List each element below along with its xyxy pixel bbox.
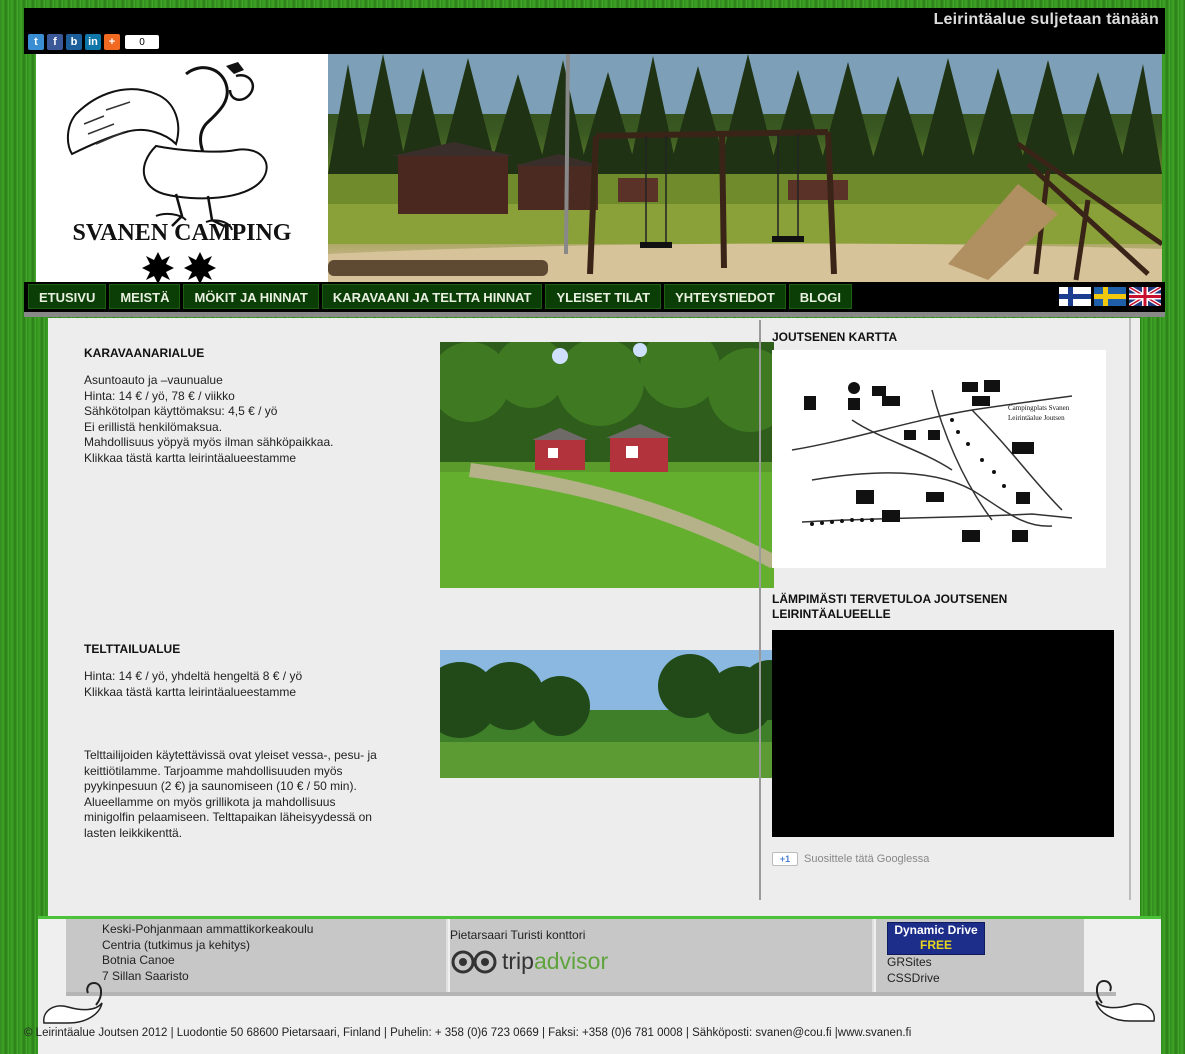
page: t f b in + 0 Leirintäalue suljetaan tänä… xyxy=(24,8,1165,1054)
twitter-icon[interactable]: t xyxy=(28,34,44,50)
map-caption: Campingplats Svanen xyxy=(1008,404,1070,412)
language-flags xyxy=(1059,287,1161,306)
sidebar-edge xyxy=(1129,318,1131,900)
tent-desc-line: minigolfin pelaamiseen. Telttapaikan läh… xyxy=(84,810,372,824)
caravan-line: Asuntoauto ja –vaunualue xyxy=(84,373,223,387)
uk-flag-icon[interactable] xyxy=(1129,287,1161,306)
tent-desc-line: keittiötilamme. Tarjoamme mahdollisuuden… xyxy=(84,763,343,778)
video-embed[interactable] xyxy=(772,630,1114,837)
header: SVANEN CAMPING xyxy=(36,54,1162,284)
grsites-link[interactable]: GRSites xyxy=(887,955,1084,971)
caravan-info: Asuntoauto ja –vaunualue Hinta: 14 € / y… xyxy=(84,373,333,466)
main-nav: ETUSIVU MEISTÄ MÖKIT JA HINNAT KARAVAANI… xyxy=(24,282,1165,312)
tent-price: Hinta: 14 € / yö, yhdeltä hengeltä 8 € /… xyxy=(84,669,303,683)
map-title: JOUTSENEN KARTTA xyxy=(772,330,898,344)
partner-link[interactable]: Centria (tutkimus ja kehitys) xyxy=(102,938,446,954)
addthis-icon[interactable]: + xyxy=(104,34,120,50)
site-logo[interactable]: SVANEN CAMPING xyxy=(36,54,328,284)
finnish-flag-icon[interactable] xyxy=(1059,287,1091,306)
facebook-icon[interactable]: f xyxy=(47,34,63,50)
tripadvisor-advisor: advisor xyxy=(533,947,609,974)
partner-column-2: Pietarsaari Turisti konttori tripadvisor xyxy=(450,919,874,992)
tent-desc-line: Telttailijoiden käytettävissä ovat yleis… xyxy=(84,748,377,762)
welcome-line-2: LEIRINTÄALUEELLE xyxy=(772,607,891,621)
partner-column-3: Dynamic Drive FREE GRSites CSSDrive xyxy=(876,919,1084,992)
caravan-map-link[interactable]: Klikkaa tästä kartta leirintäalueestamme xyxy=(84,451,333,467)
caravan-line: Ei erillistä henkilömaksua. xyxy=(84,419,223,434)
footer-divider xyxy=(66,992,1116,996)
google-plus-icon[interactable]: +1 xyxy=(772,852,798,866)
dynamic-drive-badge[interactable]: Dynamic Drive FREE xyxy=(887,922,985,955)
tent-info: Hinta: 14 € / yö, yhdeltä hengeltä 8 € /… xyxy=(84,669,302,700)
nav-item-blogi[interactable]: BLOGI xyxy=(788,284,852,309)
partner-link[interactable]: 7 Sillan Saaristo xyxy=(102,969,446,985)
dd-free: FREE xyxy=(919,938,952,952)
nav-divider xyxy=(24,312,1165,317)
tent-desc-line: lasten leikkikenttä. xyxy=(84,825,183,840)
tent-desc-line: pyykinpesuun (2 €) ja saunomiseen (10 € … xyxy=(84,779,357,793)
share-count: 0 xyxy=(125,35,159,49)
swan-left-icon xyxy=(43,981,103,1024)
google-plus-label: Suosittele tätä Googlessa xyxy=(804,853,930,865)
nav-item-mokit-ja-hinnat[interactable]: MÖKIT JA HINNAT xyxy=(183,284,319,309)
swan-right-icon xyxy=(1095,979,1155,1022)
partner-links: Keski-Pohjanmaan ammattikorkeakoulu Cent… xyxy=(38,919,1161,992)
nav-item-etusivu[interactable]: ETUSIVU xyxy=(28,284,107,309)
google-plus-recommend[interactable]: +1 Suosittele tätä Googlessa xyxy=(772,852,929,866)
swan-logo-icon: SVANEN CAMPING xyxy=(66,62,292,284)
nav-item-karavaani-ja-teltta-hinnat[interactable]: KARAVAANI JA TELTTA HINNAT xyxy=(321,284,543,309)
top-bar: t f b in + 0 Leirintäalue suljetaan tänä… xyxy=(24,8,1165,54)
welcome-line-1: LÄMPIMÄSTI TERVETULOA JOUTSENEN xyxy=(772,592,1008,606)
footer: Keski-Pohjanmaan ammattikorkeakoulu Cent… xyxy=(24,919,1161,1054)
nav-item-yleiset-tilat[interactable]: YLEISET TILAT xyxy=(545,284,662,309)
caravan-photo xyxy=(440,342,774,588)
partner-link[interactable]: Botnia Canoe xyxy=(102,953,446,969)
linkedin-icon[interactable]: in xyxy=(85,34,101,50)
tent-title: TELTTAILUALUE xyxy=(84,642,181,656)
share-buttons: t f b in + 0 xyxy=(28,34,159,50)
swedish-flag-icon[interactable] xyxy=(1094,287,1126,306)
tent-photo xyxy=(440,650,774,778)
digg-icon[interactable]: b xyxy=(66,34,82,50)
tent-description: Telttailijoiden käytettävissä ovat yleis… xyxy=(84,748,424,841)
tripadvisor-logo[interactable]: tripadvisor xyxy=(450,947,872,974)
cssdrive-link[interactable]: CSSDrive xyxy=(887,971,1084,987)
main-content: KARAVAANARIALUE Asuntoauto ja –vaunualue… xyxy=(48,318,1140,916)
campsite-map[interactable]: Campingplats Svanen Leirintäalue Joutsen xyxy=(772,350,1106,568)
announcement-marquee: Leirintäalue suljetaan tänään xyxy=(933,11,1159,28)
caravan-price: Hinta: 14 € / yö, 78 € / viikko xyxy=(84,388,235,403)
caravan-line: Mahdollisuus yöpyä myös ilman sähköpaikk… xyxy=(84,435,334,449)
tripadvisor-owl-icon xyxy=(451,950,497,973)
dd-title: Dynamic Drive xyxy=(894,923,978,937)
caravan-electricity: Sähkötolpan käyttömaksu: 4,5 € / yö xyxy=(84,404,278,418)
nav-item-yhteystiedot[interactable]: YHTEYSTIEDOT xyxy=(664,284,786,309)
partner-link[interactable]: Keski-Pohjanmaan ammattikorkeakoulu xyxy=(102,922,446,938)
copyright-text: © Leirintäalue Joutsen 2012 | Luodontie … xyxy=(24,1027,912,1039)
nav-item-meista[interactable]: MEISTÄ xyxy=(109,284,181,309)
map-caption-2: Leirintäalue Joutsen xyxy=(1008,414,1065,422)
logo-title: SVANEN CAMPING xyxy=(73,220,292,246)
tent-map-link[interactable]: Klikkaa tästä kartta leirintäalueestamme xyxy=(84,685,302,701)
caravan-title: KARAVAANARIALUE xyxy=(84,346,205,360)
partner-column-1: Keski-Pohjanmaan ammattikorkeakoulu Cent… xyxy=(66,919,448,992)
tripadvisor-trip: trip xyxy=(502,947,534,974)
content-divider xyxy=(759,320,761,900)
tent-desc-line: Alueellamme on myös grillikota ja mahdol… xyxy=(84,794,336,809)
header-photo-banner xyxy=(328,54,1162,282)
tourist-office-link[interactable]: Pietarsaari Turisti konttori xyxy=(450,928,872,944)
welcome-title: LÄMPIMÄSTI TERVETULOA JOUTSENEN LEIRINTÄ… xyxy=(772,592,1007,622)
